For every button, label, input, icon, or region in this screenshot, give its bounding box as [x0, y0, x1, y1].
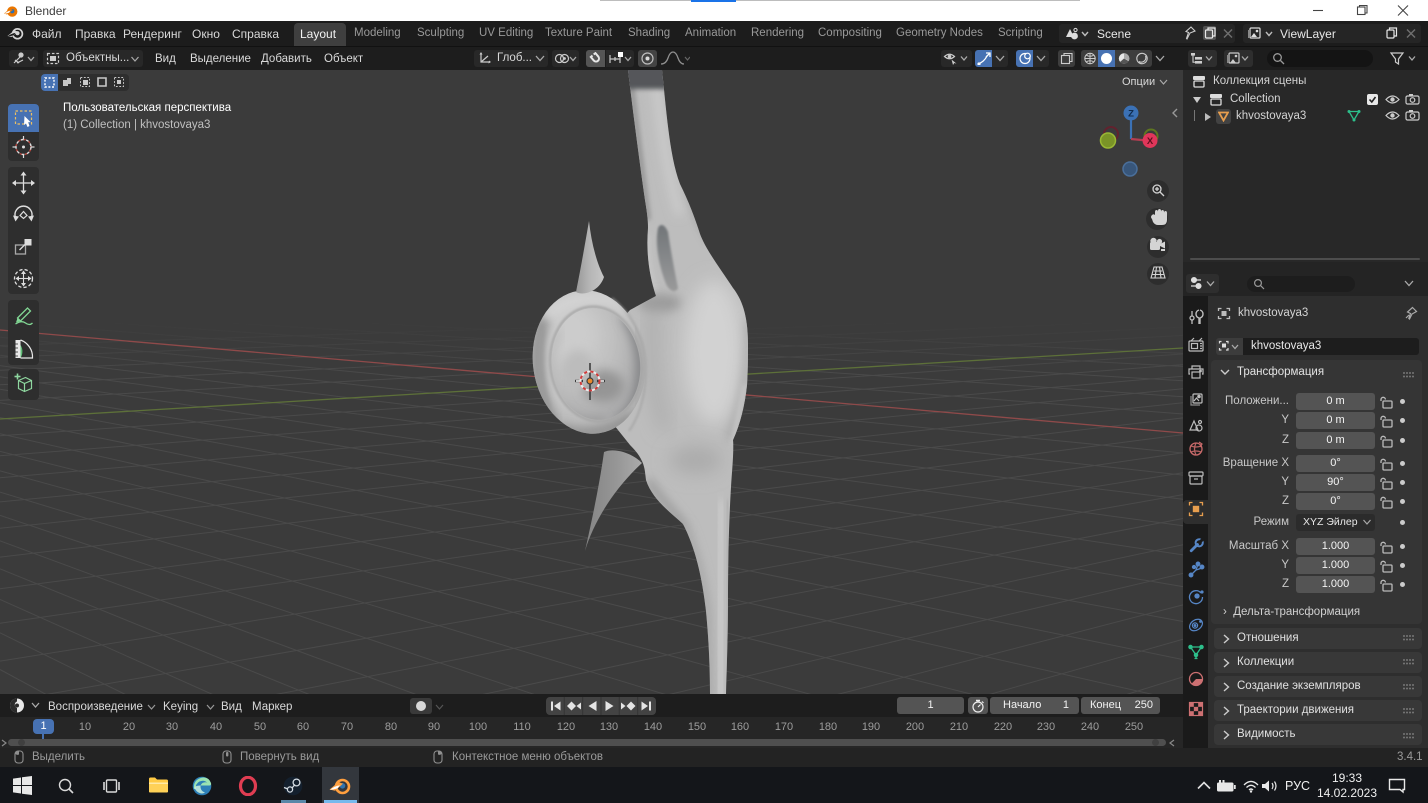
svg-text:X: X [1147, 136, 1154, 147]
svg-text:Z: Z [1128, 108, 1134, 119]
